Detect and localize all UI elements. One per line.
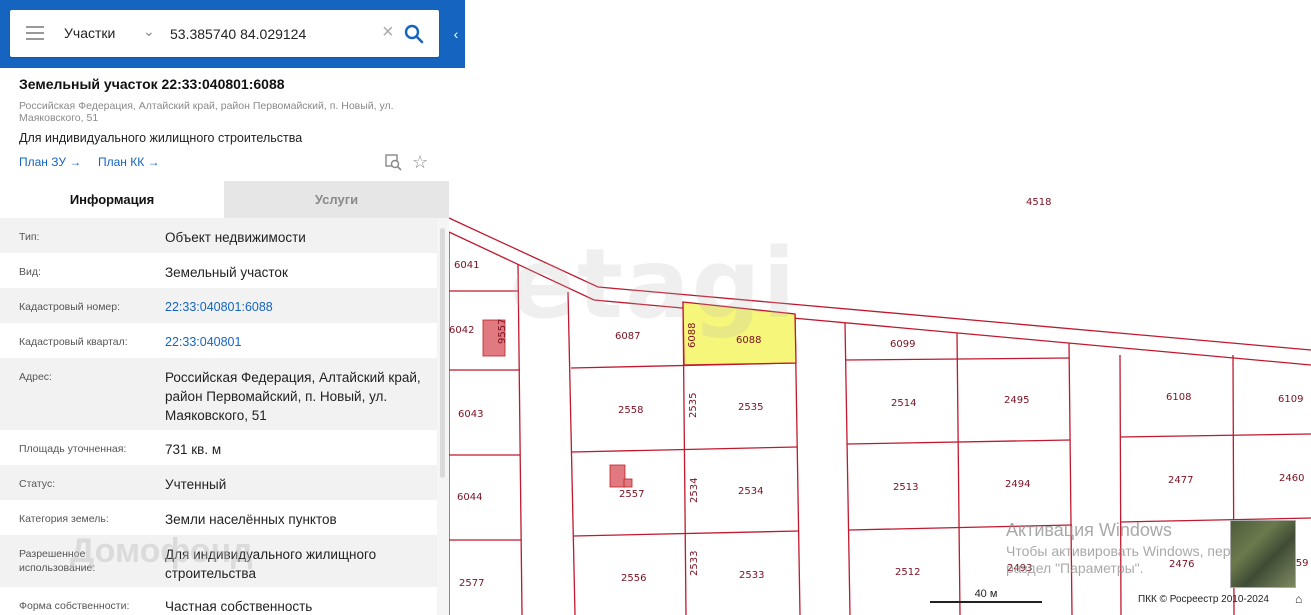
row-value: 731 кв. м xyxy=(165,442,222,457)
plan-zu-link[interactable]: План ЗУ → xyxy=(19,155,81,169)
row-value: Учтенный xyxy=(165,477,227,492)
row-value: Земельный участок xyxy=(165,265,288,280)
parcel-label: 6109 xyxy=(1278,394,1303,405)
parcel-label: 2557 xyxy=(619,489,644,500)
building xyxy=(623,478,633,488)
plan-kk-link[interactable]: План КК → xyxy=(98,155,160,169)
close-icon[interactable]: × xyxy=(382,21,394,44)
parcel-label: 2535 xyxy=(688,393,699,418)
info-row: Форма собственности: Частная собственнос… xyxy=(0,587,437,615)
parcel-label: 2556 xyxy=(621,573,646,584)
info-row: Статус: Учтенный xyxy=(0,465,437,500)
info-row: Кадастровый номер: 22:33:040801:6088 xyxy=(0,288,437,323)
info-row: Тип: Объект недвижимости xyxy=(0,218,437,253)
info-row: Категория земель: Земли населённых пункт… xyxy=(0,500,437,535)
parcel-label: 2477 xyxy=(1168,475,1193,486)
tab-information[interactable]: Информация xyxy=(0,181,224,218)
info-row: Вид: Земельный участок xyxy=(0,253,437,288)
basemap-switcher[interactable] xyxy=(1230,520,1296,588)
chevron-down-icon[interactable]: ⌄ xyxy=(143,23,155,40)
row-value: Объект недвижимости xyxy=(165,230,306,245)
info-row: Адрес: Российская Федерация, Алтайский к… xyxy=(0,358,437,430)
building xyxy=(609,464,626,488)
parcel-label: 2460 xyxy=(1279,473,1304,484)
row-label: Площадь уточненная: xyxy=(19,443,127,455)
row-label: Адрес: xyxy=(19,371,52,383)
parcel-label: 2494 xyxy=(1005,479,1030,490)
parcel-label: 6042 xyxy=(449,325,474,336)
row-label: Статус: xyxy=(19,478,56,490)
menu-icon[interactable] xyxy=(26,26,44,40)
parcel-label: 2533 xyxy=(689,551,700,576)
parcel-label: 2534 xyxy=(689,478,700,503)
parcel-label: 2534 xyxy=(738,486,763,497)
scale-label: 40 м xyxy=(974,588,998,600)
parcel-label: 2533 xyxy=(739,570,764,581)
zoom-to-object-icon[interactable] xyxy=(385,154,403,172)
tabs: Информация Услуги xyxy=(0,181,449,218)
star-icon[interactable]: ☆ xyxy=(412,152,428,173)
top-bar: Участки ⌄ × ‹ xyxy=(0,0,465,68)
row-value: Земли населённых пунктов xyxy=(165,512,337,527)
search-input[interactable] xyxy=(168,22,382,46)
parcel-label: 2495 xyxy=(1004,395,1029,406)
parcel-label: 2514 xyxy=(891,398,916,409)
parcel-label: 9557 xyxy=(497,319,508,344)
row-label: Форма собственности: xyxy=(19,600,130,612)
parcel-label: 6108 xyxy=(1166,392,1191,403)
panel-scrollbar[interactable] xyxy=(437,218,449,615)
parcel-label: 4518 xyxy=(1026,197,1051,208)
row-label: Тип: xyxy=(19,231,40,243)
parcel-label: 2558 xyxy=(618,405,643,416)
row-label: Кадастровый квартал: xyxy=(19,336,128,348)
info-row: Кадастровый квартал: 22:33:040801 xyxy=(0,323,437,358)
info-row: Площадь уточненная: 731 кв. м xyxy=(0,430,437,465)
cadastral-quarter-link[interactable]: 22:33:040801 xyxy=(165,333,430,352)
copyright: ПКК © Росреестр 2010-2024 xyxy=(1138,594,1269,605)
watermark-domofond: Домофонд xyxy=(70,532,253,570)
parcel-label: 6041 xyxy=(454,260,479,271)
tab-services[interactable]: Услуги xyxy=(224,181,449,218)
parcel-label: 6043 xyxy=(458,409,483,420)
parcel-label: 2577 xyxy=(459,578,484,589)
search-box: Участки ⌄ × xyxy=(10,10,439,57)
row-label: Вид: xyxy=(19,266,41,278)
row-label: Кадастровый номер: xyxy=(19,301,121,313)
search-icon[interactable] xyxy=(404,24,424,44)
row-value: Российская Федерация, Алтайский край, ра… xyxy=(165,370,421,423)
cadastral-number-link[interactable]: 22:33:040801:6088 xyxy=(165,298,430,317)
parcel-label: 6044 xyxy=(457,492,482,503)
row-label: Категория земель: xyxy=(19,513,109,525)
parcel-label: 2512 xyxy=(895,567,920,578)
object-title: Земельный участок 22:33:040801:6088 xyxy=(19,76,285,92)
object-purpose: Для индивидуального жилищного строительс… xyxy=(19,131,303,145)
layer-select[interactable]: Участки xyxy=(64,25,115,41)
watermark-etagi: etagi xyxy=(510,228,798,340)
row-value: Частная собственность xyxy=(165,599,313,614)
parcel-label: 2535 xyxy=(738,402,763,413)
collapse-panel-button[interactable]: ‹ xyxy=(447,0,465,68)
parcel-label: 2513 xyxy=(893,482,918,493)
home-icon[interactable]: ⌂ xyxy=(1295,592,1302,606)
object-address: Российская Федерация, Алтайский край, ра… xyxy=(19,100,394,124)
parcel-label: 6099 xyxy=(890,339,915,350)
scrollbar-thumb[interactable] xyxy=(440,228,445,478)
scale-bar: 40 м xyxy=(930,588,1042,603)
